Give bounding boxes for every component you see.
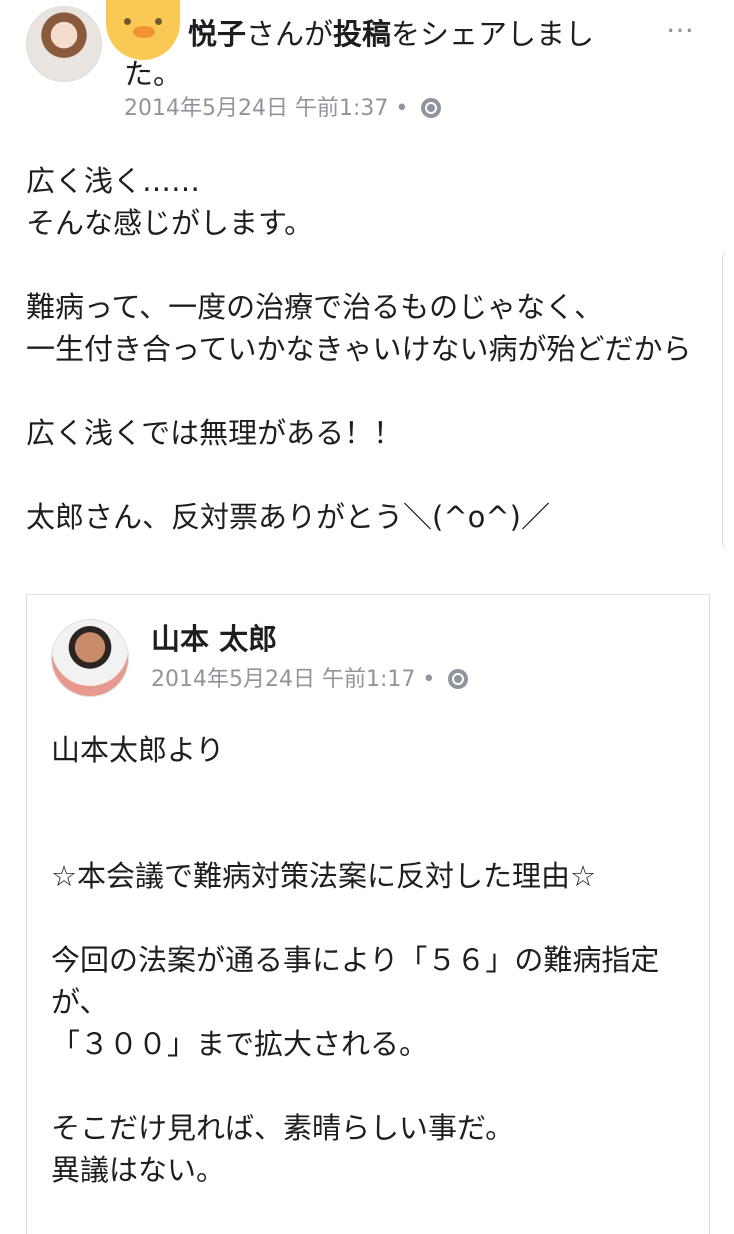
shared-post-timestamp[interactable]: 2014年5月24日 午前1:17	[151, 667, 415, 692]
shared-author-name[interactable]: 山本 太郎	[151, 619, 277, 659]
shared-blank-line	[51, 771, 691, 813]
post-line: 一生付き合っていかなきゃいけない病が殆どだから	[26, 332, 692, 366]
meta-separator: •	[395, 96, 409, 121]
post-meta: 2014年5月24日 午前1:37 •	[124, 94, 442, 124]
scrollbar[interactable]	[722, 250, 734, 550]
shared-line: 「３００」まで拡大される。	[51, 1027, 429, 1061]
post-line: 広く浅くでは無理がある！！	[26, 416, 403, 450]
shared-blank-line	[51, 813, 691, 855]
shared-line: 山本太郎より	[51, 733, 225, 767]
post-line: そんな感じがします。	[26, 206, 314, 240]
shared-post-card[interactable]: 山本 太郎 2014年5月24日 午前1:17 • 山本太郎より ☆本会議で難病…	[26, 594, 710, 1234]
share-line-san: さんが	[246, 17, 334, 51]
post-line: 広く浅く……	[26, 164, 201, 198]
shared-line: 今回の法案が通る事により「５６」の難病指定が、	[51, 943, 660, 1019]
author-name-link[interactable]: 悦子	[188, 17, 246, 51]
post-header: 悦子さんが投稿をシェアしました。 … 2014年5月24日 午前1:37 •	[0, 0, 734, 135]
shared-post-body: 山本太郎より ☆本会議で難病対策法案に反対した理由☆ 今回の法案が通る事により「…	[51, 729, 691, 1191]
shared-line: そこだけ見れば、素晴らしい事だ。	[51, 1111, 515, 1145]
author-avatar[interactable]	[26, 6, 102, 82]
more-options-icon[interactable]: …	[666, 9, 700, 37]
globe-icon[interactable]	[421, 98, 442, 118]
shared-blank-line	[51, 897, 691, 939]
globe-icon[interactable]	[448, 669, 469, 689]
share-line: 悦子さんが投稿をシェアしました。	[124, 14, 644, 94]
shared-blank-line	[51, 1065, 691, 1107]
shared-author-avatar[interactable]	[51, 619, 129, 697]
post-line: 太郎さん、反対票ありがとう＼(^o^)／	[26, 500, 550, 534]
shared-post-meta: 2014年5月24日 午前1:17 •	[151, 665, 469, 695]
shared-line: 異議はない。	[51, 1153, 226, 1187]
post-link[interactable]: 投稿	[333, 17, 391, 51]
post-body-text: 広く浅く…… そんな感じがします。 難病って、一度の治療で治るものじゃなく、 一…	[26, 160, 706, 538]
meta-separator: •	[422, 667, 436, 692]
post-line: 難病って、一度の治療で治るものじゃなく、	[26, 290, 604, 324]
post-timestamp[interactable]: 2014年5月24日 午前1:37	[124, 96, 388, 121]
shared-line: ☆本会議で難病対策法案に反対した理由☆	[51, 859, 596, 893]
